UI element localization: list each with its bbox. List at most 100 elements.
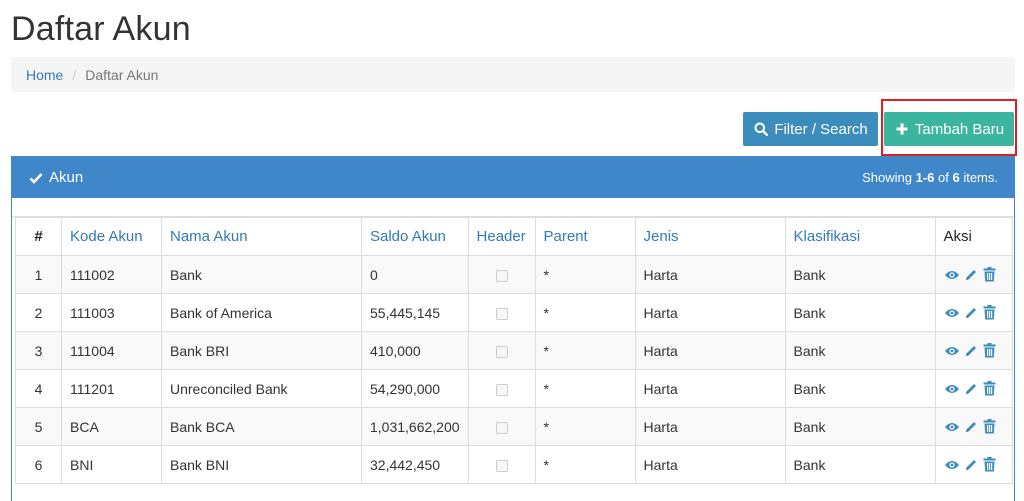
breadcrumb-separator: / bbox=[72, 66, 77, 83]
eye-icon[interactable] bbox=[944, 419, 960, 435]
filter-search-label: Filter / Search bbox=[774, 120, 868, 138]
table-row: 4 111201 Unreconciled Bank 54,290,000 * Harta… bbox=[15, 369, 1014, 408]
trash-icon[interactable] bbox=[982, 267, 998, 283]
summary-text: Showing 1-6 of 6 items. bbox=[862, 170, 998, 185]
row-actions bbox=[944, 457, 1004, 473]
table-row: 6 BNI Bank BNI 32,442,450 * Harta Bank bbox=[15, 445, 1014, 484]
akun-panel: Akun Showing 1-6 of 6 items. # Kode Akun… bbox=[11, 156, 1015, 501]
panel-title: Akun bbox=[28, 169, 83, 186]
cell-saldo-akun: 410,000 bbox=[361, 331, 469, 370]
pencil-icon[interactable] bbox=[963, 419, 979, 435]
trash-icon[interactable] bbox=[982, 419, 998, 435]
cell-parent: * bbox=[534, 293, 636, 332]
header-checkbox[interactable] bbox=[495, 345, 508, 358]
table-row: 5 BCA Bank BCA 1,031,662,200 * Harta Bank bbox=[15, 407, 1014, 446]
cell-jenis: Harta bbox=[634, 331, 786, 370]
trash-icon[interactable] bbox=[982, 381, 998, 397]
col-header-klasifikasi[interactable]: Klasifikasi bbox=[784, 217, 936, 256]
filter-search-button[interactable]: Filter / Search bbox=[743, 112, 878, 146]
cell-header bbox=[467, 331, 536, 370]
header-checkbox[interactable] bbox=[495, 421, 508, 434]
cell-aksi bbox=[934, 293, 1014, 332]
cell-header bbox=[467, 445, 536, 484]
eye-icon[interactable] bbox=[944, 305, 960, 321]
table-row: 2 111003 Bank of America 55,445,145 * Harta Ba… bbox=[15, 293, 1014, 332]
header-checkbox[interactable] bbox=[495, 307, 508, 320]
cell-parent: * bbox=[534, 407, 636, 446]
panel-title-label: Akun bbox=[49, 169, 84, 186]
akun-table: # Kode Akun Nama Akun Saldo Akun Header … bbox=[15, 217, 1014, 484]
col-header-jenis[interactable]: Jenis bbox=[634, 217, 786, 256]
col-header-saldo-akun[interactable]: Saldo Akun bbox=[361, 217, 469, 256]
breadcrumb-current: Daftar Akun bbox=[85, 66, 159, 83]
eye-icon[interactable] bbox=[944, 381, 960, 397]
page-title: Daftar Akun bbox=[11, 10, 191, 48]
pencil-icon[interactable] bbox=[963, 305, 979, 321]
header-checkbox[interactable] bbox=[495, 383, 508, 396]
cell-aksi bbox=[934, 255, 1014, 294]
cell-number: 5 bbox=[15, 407, 62, 446]
cell-parent: * bbox=[534, 331, 636, 370]
table-header-row: # Kode Akun Nama Akun Saldo Akun Header … bbox=[15, 217, 1014, 256]
col-header-kode-akun[interactable]: Kode Akun bbox=[61, 217, 162, 256]
cell-jenis: Harta bbox=[634, 293, 786, 332]
cell-kode-akun: 111201 bbox=[61, 369, 162, 408]
cell-klasifikasi: Bank bbox=[784, 445, 936, 484]
row-actions bbox=[944, 343, 1004, 359]
eye-icon[interactable] bbox=[944, 343, 960, 359]
cell-klasifikasi: Bank bbox=[784, 369, 936, 408]
row-actions bbox=[944, 419, 1004, 435]
cell-header bbox=[467, 369, 536, 408]
cell-kode-akun: BNI bbox=[61, 445, 162, 484]
pencil-icon[interactable] bbox=[963, 267, 979, 283]
col-header-parent[interactable]: Parent bbox=[534, 217, 636, 256]
cell-aksi bbox=[934, 369, 1014, 408]
summary-suffix: items. bbox=[959, 170, 998, 185]
cell-nama-akun: Bank BCA bbox=[161, 407, 362, 446]
row-actions bbox=[944, 305, 1004, 321]
header-checkbox[interactable] bbox=[495, 269, 508, 282]
summary-range: 1-6 bbox=[915, 170, 935, 185]
pencil-icon[interactable] bbox=[963, 381, 979, 397]
col-header-nama-akun[interactable]: Nama Akun bbox=[161, 217, 362, 256]
breadcrumb-home-link[interactable]: Home bbox=[26, 67, 63, 83]
cell-parent: * bbox=[534, 369, 636, 408]
cell-kode-akun: 111003 bbox=[61, 293, 162, 332]
tambah-baru-label: Tambah Baru bbox=[914, 120, 1005, 138]
row-actions bbox=[944, 381, 1004, 397]
cell-saldo-akun: 1,031,662,200 bbox=[361, 407, 469, 446]
cell-number: 6 bbox=[15, 445, 62, 484]
header-checkbox[interactable] bbox=[495, 459, 508, 472]
eye-icon[interactable] bbox=[944, 267, 960, 283]
table-row: 1 111002 Bank 0 * Harta Bank bbox=[15, 255, 1014, 294]
cell-nama-akun: Bank of America bbox=[161, 293, 362, 332]
summary-total: 6 bbox=[952, 170, 960, 185]
eye-icon[interactable] bbox=[944, 457, 960, 473]
row-actions bbox=[944, 267, 1004, 283]
cell-aksi bbox=[934, 407, 1014, 446]
table-top-spacer bbox=[12, 198, 1014, 217]
cell-header bbox=[467, 293, 536, 332]
pencil-icon[interactable] bbox=[963, 457, 979, 473]
cell-jenis: Harta bbox=[634, 255, 786, 294]
cell-header bbox=[467, 407, 536, 446]
col-header-header[interactable]: Header bbox=[467, 217, 536, 256]
cell-aksi bbox=[934, 331, 1014, 370]
tambah-baru-button[interactable]: Tambah Baru bbox=[884, 112, 1014, 146]
trash-icon[interactable] bbox=[982, 305, 998, 321]
cell-number: 2 bbox=[15, 293, 62, 332]
cell-saldo-akun: 32,442,450 bbox=[361, 445, 469, 484]
cell-number: 3 bbox=[15, 331, 62, 370]
col-header-number: # bbox=[15, 217, 62, 256]
trash-icon[interactable] bbox=[982, 457, 998, 473]
cell-klasifikasi: Bank bbox=[784, 331, 936, 370]
cell-saldo-akun: 54,290,000 bbox=[361, 369, 469, 408]
cell-kode-akun: BCA bbox=[61, 407, 162, 446]
trash-icon[interactable] bbox=[982, 343, 998, 359]
cell-number: 4 bbox=[15, 369, 62, 408]
pencil-icon[interactable] bbox=[963, 343, 979, 359]
summary-prefix: Showing bbox=[862, 170, 916, 185]
cell-header bbox=[467, 255, 536, 294]
cell-jenis: Harta bbox=[634, 407, 786, 446]
breadcrumb: Home / Daftar Akun bbox=[11, 57, 1015, 92]
